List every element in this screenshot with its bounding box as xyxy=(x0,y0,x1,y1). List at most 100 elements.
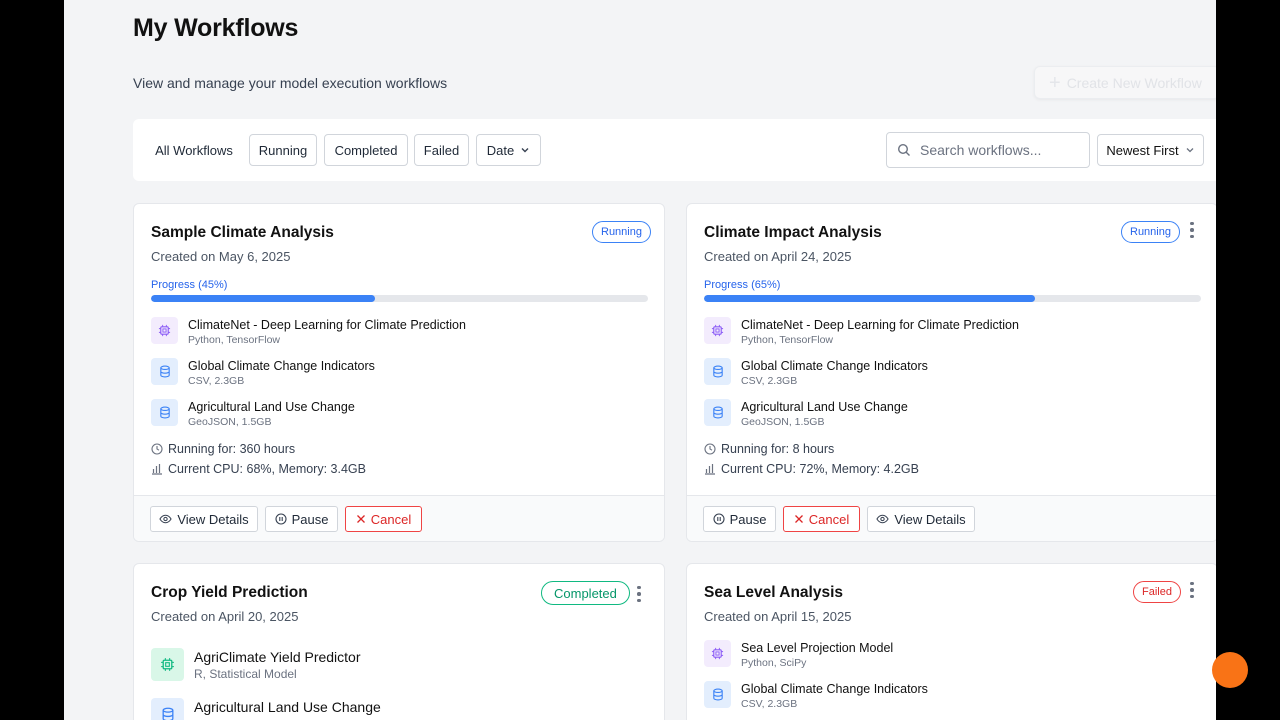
running-time-text: Running for: 360 hours xyxy=(168,442,296,456)
pause-label: Pause xyxy=(729,511,767,527)
status-badge: Completed xyxy=(541,581,630,605)
workflow-card: Climate Impact Analysis Created on April… xyxy=(686,203,1216,542)
sort-label: Newest First xyxy=(1106,142,1179,158)
resource-meta: GeoJSON, 1.5GB xyxy=(188,416,272,428)
resource-name: Sea Level Projection Model xyxy=(741,641,894,655)
progress-bar xyxy=(151,295,648,302)
workflow-title: Sea Level Analysis xyxy=(704,584,844,601)
clock-icon xyxy=(704,443,716,455)
filter-completed[interactable]: Completed xyxy=(324,134,408,166)
filter-failed[interactable]: Failed xyxy=(414,134,469,166)
resource-item: Global Climate Change Indicators CSV, 2.3… xyxy=(704,358,928,388)
close-icon xyxy=(356,515,365,523)
eye-icon xyxy=(159,514,173,524)
pause-icon xyxy=(275,513,287,525)
search-input[interactable]: Search workflows... xyxy=(886,132,1090,168)
resource-name: Agricultural Land Use Change xyxy=(741,400,908,414)
cancel-button[interactable]: Cancel xyxy=(783,506,860,532)
resource-usage: Current CPU: 68%, Memory: 3.4GB xyxy=(151,462,366,476)
view-details-button[interactable]: View Details xyxy=(150,506,258,532)
pause-label: Pause xyxy=(291,511,329,527)
progress-bar xyxy=(704,295,1201,302)
resource-item: Agricultural Land Use Change GeoJSON, 1.5… xyxy=(704,399,908,429)
resource-item: ClimateNet - Deep Learning for Climate P… xyxy=(704,317,1019,347)
chip-icon xyxy=(151,648,184,681)
create-workflow-button[interactable]: + Create New Workflow xyxy=(1034,66,1216,99)
chevron-down-icon xyxy=(521,148,529,153)
workflow-card: Sample Climate Analysis Created on May 6… xyxy=(133,203,665,542)
database-icon xyxy=(704,399,731,426)
resource-item: Agricultural Land Use Change GeoJSON, 1.5… xyxy=(151,399,355,429)
view-details-label: View Details xyxy=(177,511,249,527)
close-icon xyxy=(794,515,803,523)
page-subtitle: View and manage your model execution wor… xyxy=(133,75,448,91)
resource-name: ClimateNet - Deep Learning for Climate P… xyxy=(741,318,1019,332)
eye-icon xyxy=(876,514,890,524)
workflow-created-date: Created on April 24, 2025 xyxy=(704,249,852,264)
filter-date-dropdown[interactable]: Date xyxy=(476,134,541,166)
more-options-icon[interactable] xyxy=(633,584,645,604)
status-badge: Running xyxy=(592,221,651,243)
chip-icon xyxy=(151,317,178,344)
resource-usage-text: Current CPU: 68%, Memory: 3.4GB xyxy=(168,462,366,476)
bar-chart-icon xyxy=(152,464,162,475)
pause-button[interactable]: Pause xyxy=(703,506,776,532)
pause-icon xyxy=(713,513,725,525)
running-time: Running for: 8 hours xyxy=(704,442,834,456)
bar-chart-icon xyxy=(705,464,715,475)
sort-dropdown[interactable]: Newest First xyxy=(1097,134,1204,166)
resource-usage: Current CPU: 72%, Memory: 4.2GB xyxy=(704,462,919,476)
progress-bar-fill xyxy=(704,295,1035,302)
status-badge: Failed xyxy=(1133,581,1181,603)
chevron-down-icon xyxy=(1186,148,1194,153)
chip-icon xyxy=(704,317,731,344)
more-options-icon[interactable] xyxy=(1186,220,1198,240)
chip-icon xyxy=(704,640,731,667)
resource-name: Agricultural Land Use Change xyxy=(194,699,381,715)
create-workflow-label: Create New Workflow xyxy=(1066,74,1202,91)
resource-name: Agricultural Land Use Change xyxy=(188,400,355,414)
resource-item: Global Climate Change Indicators CSV, 2.3… xyxy=(151,358,375,388)
floating-action-button[interactable] xyxy=(1212,652,1248,688)
database-icon xyxy=(151,399,178,426)
clock-icon xyxy=(151,443,163,455)
main-content: My Workflows View and manage your model … xyxy=(64,0,1216,720)
resource-meta: CSV, 2.3GB xyxy=(741,375,798,387)
workflow-created-date: Created on April 20, 2025 xyxy=(151,609,299,624)
cancel-label: Cancel xyxy=(808,511,850,527)
resource-name: Global Climate Change Indicators xyxy=(741,682,928,696)
card-actions: View Details Pause Cancel xyxy=(134,495,664,541)
progress-label: Progress (45%) xyxy=(151,279,228,291)
resource-name: ClimateNet - Deep Learning for Climate P… xyxy=(188,318,466,332)
view-details-button[interactable]: View Details xyxy=(867,506,975,532)
resource-meta: GeoJSON, 1.5GB xyxy=(741,416,825,428)
resource-name: AgriClimate Yield Predictor xyxy=(194,649,361,665)
running-time: Running for: 360 hours xyxy=(151,442,295,456)
resource-meta: CSV, 2.3GB xyxy=(741,698,798,710)
running-time-text: Running for: 8 hours xyxy=(721,442,835,456)
workflow-card: Crop Yield Prediction Created on April 2… xyxy=(133,563,665,720)
resource-item: Sea Level Projection Model Python, SciPy xyxy=(704,640,893,670)
resource-item: ClimateNet - Deep Learning for Climate P… xyxy=(151,317,466,347)
resource-meta: CSV, 2.3GB xyxy=(188,375,245,387)
filter-all-workflows[interactable]: All Workflows xyxy=(145,134,243,166)
database-icon xyxy=(704,681,731,708)
resource-name: Global Climate Change Indicators xyxy=(188,359,375,373)
view-details-label: View Details xyxy=(894,511,966,527)
progress-bar-fill xyxy=(151,295,375,302)
resource-meta: Python, TensorFlow xyxy=(188,334,281,346)
database-icon xyxy=(704,358,731,385)
pause-button[interactable]: Pause xyxy=(265,506,338,532)
card-actions: Pause Cancel View Details xyxy=(687,495,1216,541)
progress-label: Progress (65%) xyxy=(704,279,781,291)
workflow-card: Sea Level Analysis Created on April 15, … xyxy=(686,563,1216,720)
resource-item: Agricultural Land Use Change xyxy=(151,698,381,720)
page-title: My Workflows xyxy=(133,14,299,42)
resource-meta: R, Statistical Model xyxy=(194,667,297,681)
more-options-icon[interactable] xyxy=(1186,580,1198,600)
filter-running[interactable]: Running xyxy=(249,134,317,166)
resource-item: Global Climate Change Indicators CSV, 2.3… xyxy=(704,681,928,711)
cancel-button[interactable]: Cancel xyxy=(345,506,422,532)
filter-bar: All Workflows Running Completed Failed D… xyxy=(133,119,1216,181)
database-icon xyxy=(151,358,178,385)
